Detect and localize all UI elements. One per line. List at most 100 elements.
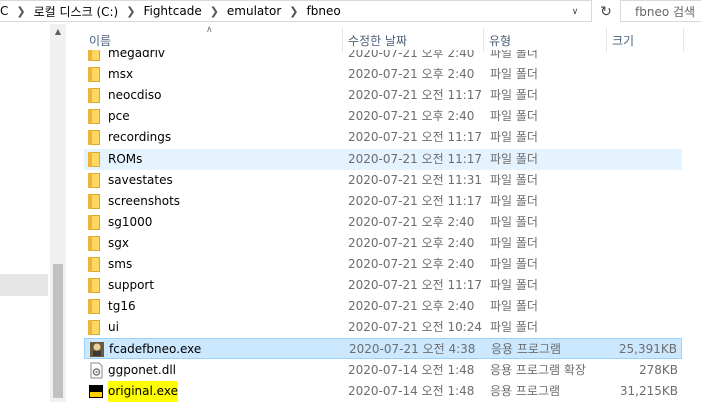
file-type: 파일 폴더 [490, 214, 538, 229]
file-type: 파일 폴더 [490, 50, 538, 60]
file-row[interactable]: screenshots 2020-07-21 오전 11:17 파일 폴더 [84, 191, 682, 212]
folder-icon [88, 172, 100, 188]
file-date: 2020-07-21 오전 11:17 [348, 193, 483, 208]
refresh-icon[interactable]: ↻ [596, 2, 616, 22]
breadcrumb-emulator[interactable]: emulator [227, 4, 281, 18]
file-size: 278KB [638, 362, 678, 377]
file-row[interactable]: savestates 2020-07-21 오전 11:31 파일 폴더 [84, 170, 682, 191]
navigation-pane: ▲ [0, 24, 66, 402]
address-bar-row: C ❯ 로컬 디스크 (C:) ❯ Fightcade ❯ emulator ❯… [0, 0, 701, 24]
file-type: 응용 프로그램 [490, 383, 561, 398]
breadcrumb-fbneo[interactable]: fbneo [307, 4, 341, 18]
file-type: 파일 폴더 [490, 88, 538, 103]
file-row[interactable]: ROMs 2020-07-21 오전 11:17 파일 폴더 [84, 148, 682, 170]
fbneo-app-icon [90, 342, 104, 358]
file-name: pce [108, 109, 130, 124]
search-placeholder: fbneo 검색 [635, 4, 696, 19]
file-name: msx [108, 67, 134, 82]
file-name: screenshots [108, 193, 181, 208]
file-row[interactable]: ggponet.dll 2020-07-14 오전 1:48 응용 프로그램 확장 2… [84, 360, 682, 381]
folder-icon [88, 50, 100, 61]
folder-icon [88, 235, 100, 251]
file-date: 2020-07-21 오후 2:40 [348, 235, 475, 250]
folder-icon [88, 88, 100, 104]
file-name: sms [108, 257, 133, 271]
breadcrumb-drive-letter[interactable]: C [0, 4, 8, 18]
file-date: 2020-07-21 오전 11:17 [348, 130, 483, 145]
file-date: 2020-07-21 오후 2:40 [348, 214, 475, 229]
file-name: sgx [108, 235, 129, 250]
file-type: 파일 폴더 [490, 130, 538, 145]
chevron-down-icon[interactable]: ∨ [567, 4, 583, 20]
file-date: 2020-07-14 오전 1:48 [348, 383, 475, 398]
file-row[interactable]: megadriv 2020-07-21 오후 2:40 파일 폴더 [84, 50, 682, 64]
address-bar[interactable]: C ❯ 로컬 디스크 (C:) ❯ Fightcade ❯ emulator ❯… [0, 0, 592, 22]
file-name: support [108, 278, 155, 293]
file-name: megadriv [108, 50, 166, 60]
folder-icon [88, 130, 100, 146]
file-row[interactable]: recordings 2020-07-21 오전 11:17 파일 폴더 [84, 127, 682, 148]
file-name: original.exe [108, 380, 178, 402]
file-row[interactable]: tg16 2020-07-21 오후 2:40 파일 폴더 [84, 296, 682, 317]
file-date: 2020-07-21 오후 2:40 [348, 67, 475, 82]
folder-icon [88, 214, 100, 230]
file-name: ui [108, 320, 119, 335]
folder-icon [88, 320, 100, 336]
breadcrumb-separator-icon[interactable]: ❯ [126, 5, 135, 18]
breadcrumb-separator-icon[interactable]: ❯ [210, 5, 219, 18]
file-row[interactable]: support 2020-07-21 오전 11:17 파일 폴더 [84, 275, 682, 296]
file-row[interactable]: original.exe 2020-07-14 오전 1:48 응용 프로그램 31,… [84, 380, 682, 402]
nav-scrollbar[interactable]: ▲ [50, 24, 66, 402]
file-date: 2020-07-14 오전 1:48 [348, 362, 475, 377]
column-divider[interactable] [683, 28, 684, 52]
file-type: 파일 폴더 [490, 193, 538, 208]
file-name: tg16 [108, 299, 136, 314]
file-date: 2020-07-21 오후 2:40 [348, 50, 475, 60]
search-input[interactable]: fbneo 검색 [620, 0, 701, 22]
folder-icon [88, 193, 100, 209]
file-row[interactable]: fcadefbneo.exe 2020-07-21 오전 4:38 응용 프로그램 2… [84, 338, 682, 360]
folder-icon [88, 109, 100, 125]
file-type: 파일 폴더 [490, 172, 538, 187]
file-date: 2020-07-21 오후 2:40 [348, 109, 475, 124]
folder-icon [88, 67, 100, 83]
file-row[interactable]: msx 2020-07-21 오후 2:40 파일 폴더 [84, 64, 682, 85]
file-date: 2020-07-21 오전 11:31 [348, 172, 483, 187]
file-type: 파일 폴더 [490, 320, 538, 335]
file-type: 응용 프로그램 확장 [490, 362, 586, 377]
file-list: megadriv 2020-07-21 오후 2:40 파일 폴더 msx 2020-0… [66, 50, 701, 402]
file-type: 파일 폴더 [490, 278, 538, 293]
nav-scroll-thumb[interactable] [53, 264, 63, 398]
file-size: 25,391KB [618, 342, 677, 357]
file-row[interactable]: pce 2020-07-21 오후 2:40 파일 폴더 [84, 106, 682, 127]
file-name: fcadefbneo.exe [109, 342, 202, 357]
exe-file-icon [89, 384, 103, 398]
file-date: 2020-07-21 오전 11:17 [348, 88, 483, 103]
file-type: 파일 폴더 [490, 299, 538, 314]
file-row[interactable]: sg1000 2020-07-21 오후 2:40 파일 폴더 [84, 212, 682, 233]
file-name: recordings [108, 130, 172, 145]
file-row[interactable]: sms 2020-07-21 오후 2:40 파일 폴더 [84, 254, 682, 275]
file-row[interactable]: sgx 2020-07-21 오후 2:40 파일 폴더 [84, 233, 682, 254]
folder-icon [88, 151, 100, 167]
file-date: 2020-07-21 오후 2:40 [348, 299, 475, 314]
file-date: 2020-07-21 오전 11:17 [348, 278, 483, 293]
file-row[interactable]: ui 2020-07-21 오전 10:24 파일 폴더 [84, 317, 682, 338]
dll-file-icon [90, 362, 103, 378]
file-date: 2020-07-21 오전 4:38 [349, 342, 476, 357]
breadcrumb-fightcade[interactable]: Fightcade [143, 4, 201, 18]
file-row[interactable]: neocdiso 2020-07-21 오전 11:17 파일 폴더 [84, 85, 682, 106]
folder-icon [88, 299, 100, 315]
file-type: 응용 프로그램 [491, 342, 562, 357]
file-type: 파일 폴더 [490, 109, 538, 124]
file-name: ggponet.dll [108, 362, 176, 377]
file-type: 파일 폴더 [490, 235, 538, 250]
scroll-up-arrow-icon[interactable]: ▲ [50, 26, 66, 38]
breadcrumb-separator-icon[interactable]: ❯ [16, 5, 25, 18]
folder-icon [88, 278, 100, 294]
folder-icon [88, 257, 100, 272]
breadcrumb-separator-icon[interactable]: ❯ [289, 5, 298, 18]
breadcrumb-local-disk[interactable]: 로컬 디스크 (C:) [34, 3, 119, 20]
file-date: 2020-07-21 오후 2:40 [348, 257, 475, 271]
nav-selected-item[interactable] [0, 274, 48, 296]
